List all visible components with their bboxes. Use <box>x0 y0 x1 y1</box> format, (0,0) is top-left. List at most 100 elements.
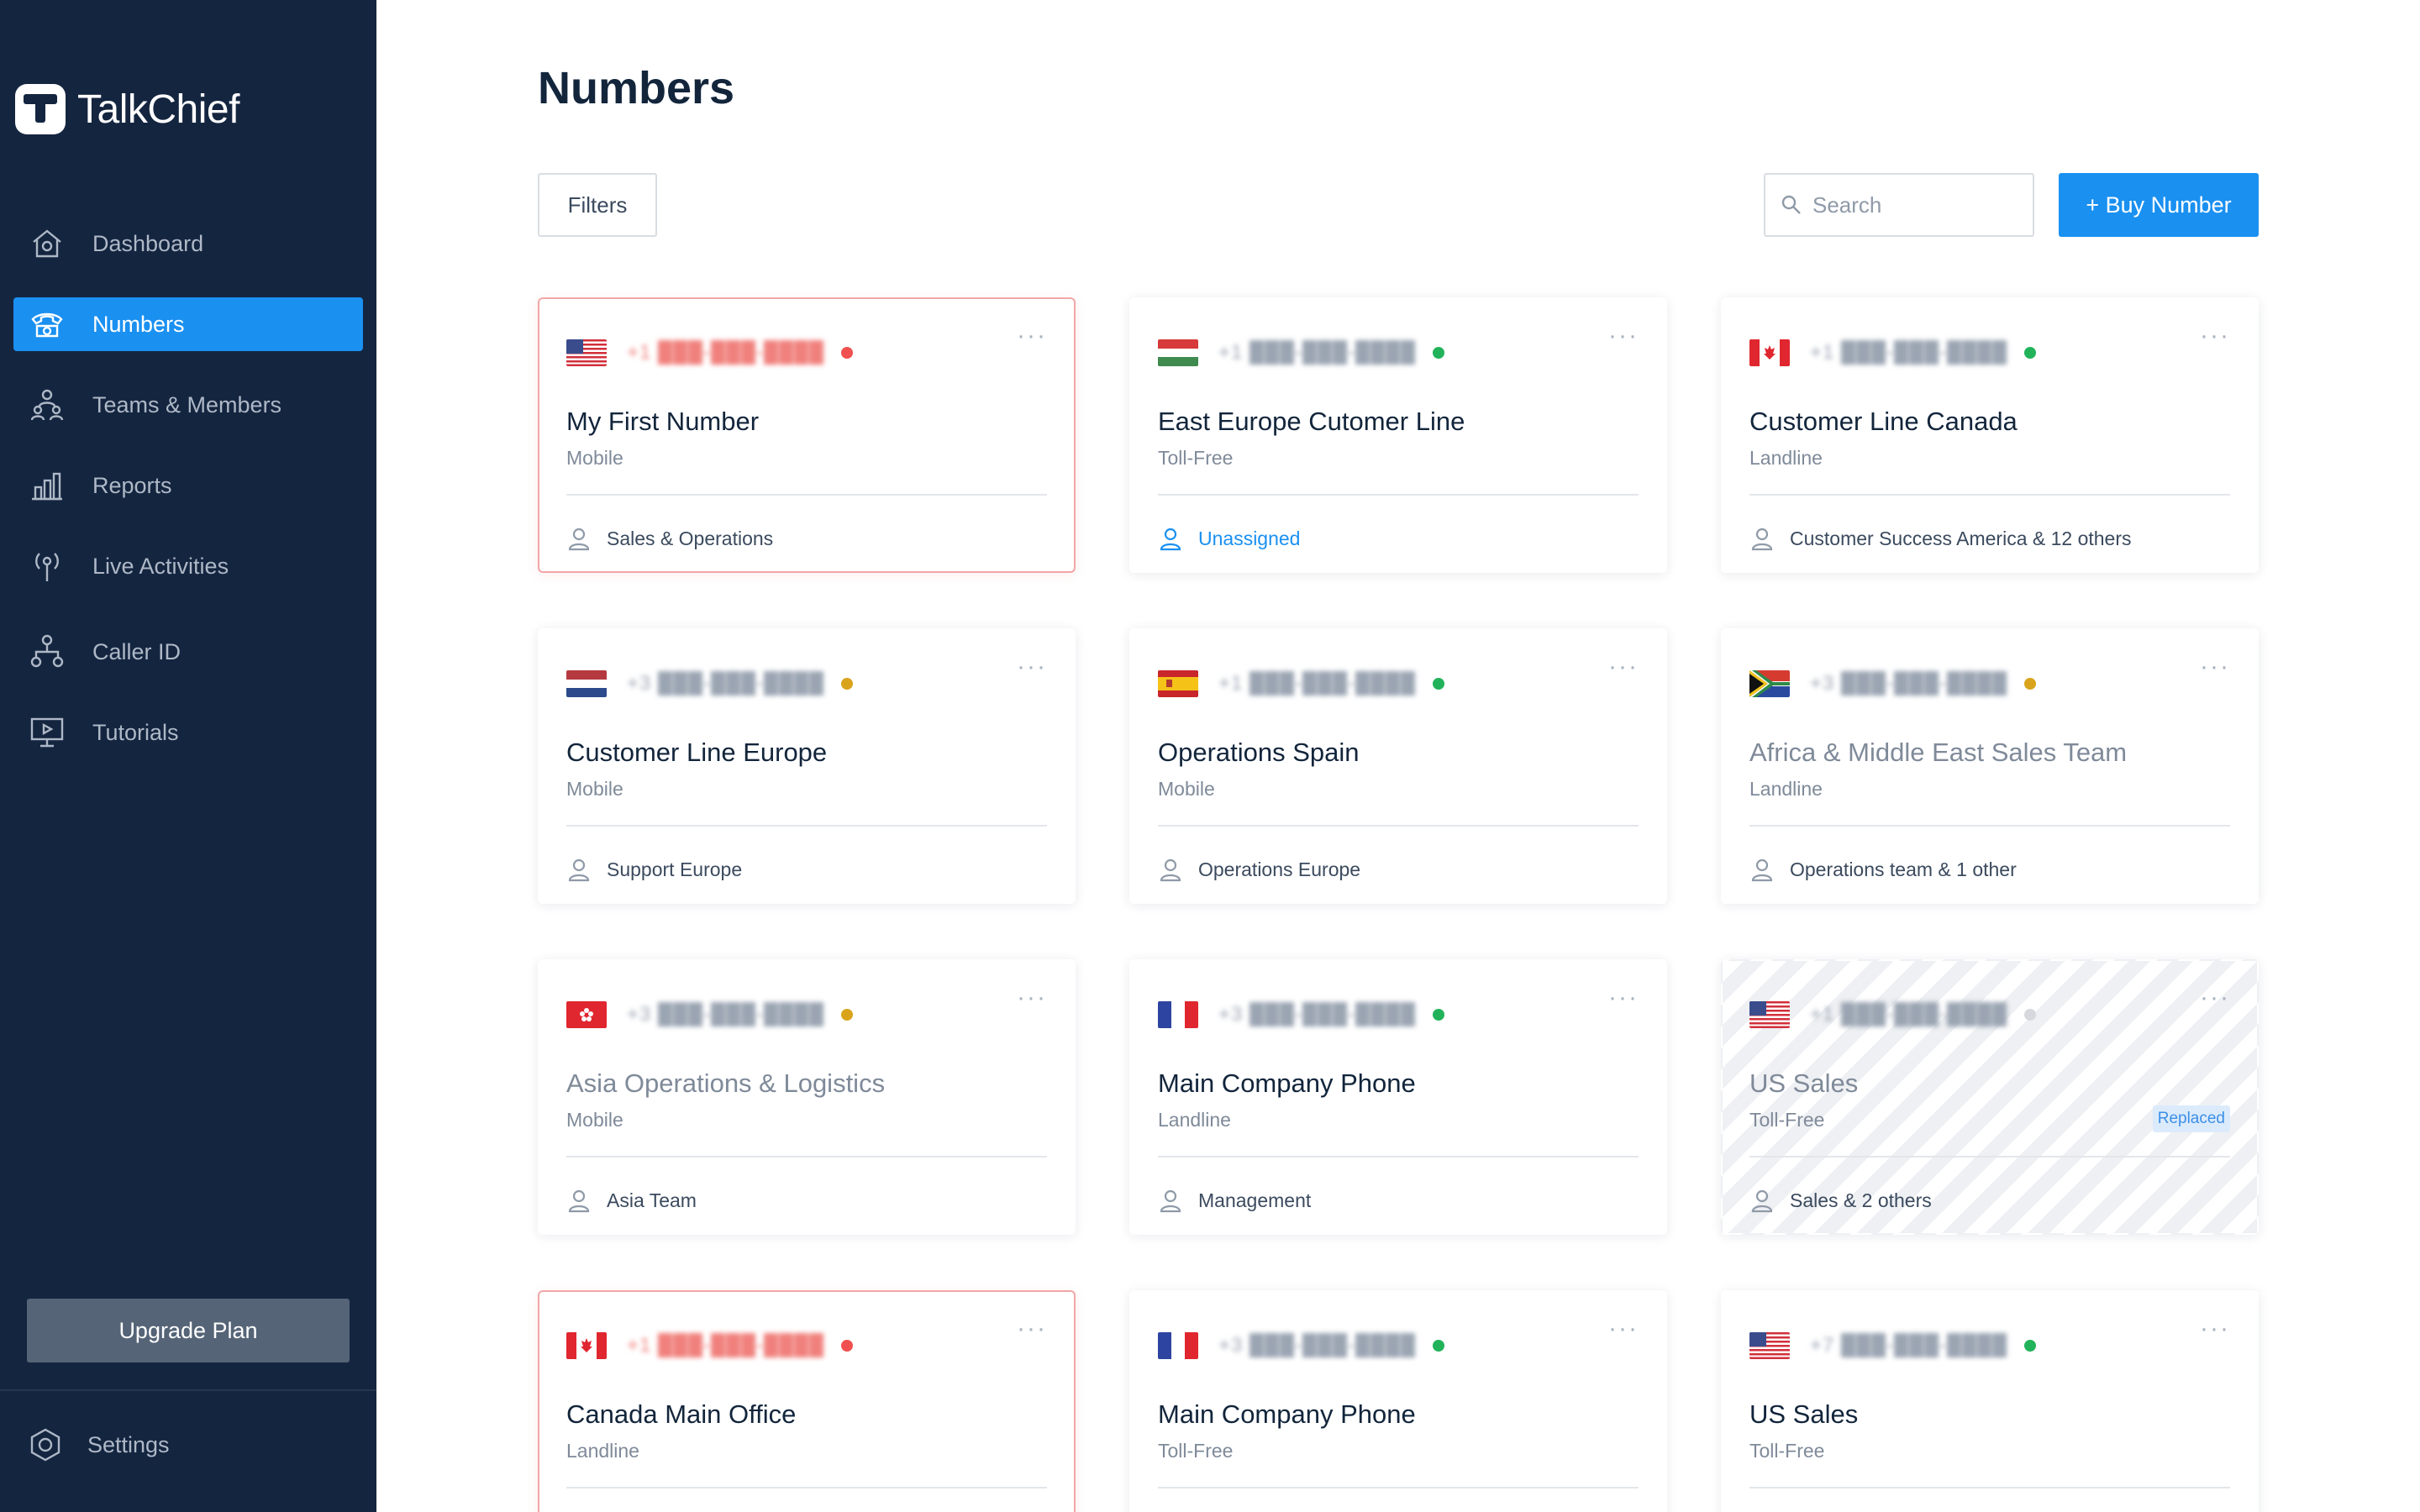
card-header: +3 ███-███-████ <box>1158 998 1445 1032</box>
number-name[interactable]: Customer Line Canada <box>1749 407 2018 437</box>
assignee[interactable]: Unassigned <box>1158 526 1300 551</box>
flag-us-icon <box>1749 1001 1790 1028</box>
assignee-label: Operations team & 1 other <box>1790 858 2017 880</box>
search-box[interactable] <box>1764 173 2034 237</box>
number-name[interactable]: Main Company Phone <box>1158 1399 1416 1430</box>
number-name[interactable]: US Sales <box>1749 1399 1858 1430</box>
more-options-icon[interactable]: ··· <box>1017 1316 1047 1341</box>
number-card[interactable]: +3 ███-███-████ ··· Main Company Phone Land… <box>1129 959 1667 1235</box>
sidebar-item-teams[interactable]: Teams & Members <box>13 378 363 432</box>
card-header: +1 ███-███-████ <box>566 336 854 370</box>
flag-za-icon <box>1749 670 1790 697</box>
card-header: +1 ███-███-████ <box>566 1329 854 1362</box>
buy-number-button[interactable]: + Buy Number <box>2059 173 2259 237</box>
sidebar-item-tutorials[interactable]: Tutorials <box>13 706 363 759</box>
status-dot <box>2024 1340 2037 1352</box>
card-divider <box>1749 494 2230 496</box>
card-header: +3 ███-███-████ <box>566 667 854 701</box>
assignee-label: Asia Team <box>607 1189 697 1211</box>
number-card[interactable]: +3 ███-███-████ ··· Customer Line Europe Mo… <box>538 628 1076 904</box>
flag-es-icon <box>1158 670 1198 697</box>
card-header: +1 ███-███-████ <box>1749 998 2037 1032</box>
number-name[interactable]: Customer Line Europe <box>566 738 827 768</box>
more-options-icon[interactable]: ··· <box>1017 323 1047 349</box>
sidebar-item-numbers[interactable]: Numbers <box>13 297 363 351</box>
assignee-label: Management <box>1198 1189 1312 1211</box>
page-title: Numbers <box>538 63 735 113</box>
number-name[interactable]: Canada Main Office <box>566 1399 796 1430</box>
card-divider <box>566 1156 1047 1158</box>
number-card[interactable]: +1 ███-███-████ ··· East Europe Cutomer Li… <box>1129 297 1667 573</box>
card-divider <box>1158 494 1639 496</box>
app-logo[interactable]: TalkChief <box>15 84 239 134</box>
number-name[interactable]: US Sales <box>1749 1068 1858 1099</box>
user-icon <box>568 858 590 882</box>
number-card[interactable]: +1 ███-███-████ ··· Customer Line Canada La… <box>1721 297 2259 573</box>
more-options-icon[interactable]: ··· <box>1017 654 1047 680</box>
number-card[interactable]: +3 ███-███-████ ··· Asia Operations & Logi… <box>538 959 1076 1235</box>
number-name[interactable]: East Europe Cutomer Line <box>1158 407 1465 437</box>
number-card[interactable]: +7 ███-███-████ ··· US Sales Toll-Free <box>1721 1290 2259 1512</box>
sidebar-item-settings[interactable]: Settings <box>27 1426 170 1463</box>
more-options-icon[interactable]: ··· <box>1608 1316 1639 1341</box>
number-card[interactable]: +1 ███-███-████ ··· My First Number Mobile S… <box>538 297 1076 573</box>
sidebar-item-live-activities[interactable]: Live Activities <box>13 539 363 593</box>
number-name[interactable]: My First Number <box>566 407 759 437</box>
sidebar-item-label: Numbers <box>92 311 185 337</box>
card-header: +1 ███-███-████ <box>1158 667 1445 701</box>
flag-nl-icon <box>566 670 607 697</box>
more-options-icon[interactable]: ··· <box>1608 654 1639 680</box>
more-options-icon[interactable]: ··· <box>2200 323 2230 349</box>
sidebar: TalkChief Dashboard Numbers Teams & Memb… <box>0 0 376 1512</box>
number-card[interactable]: +1 ███-███-████ ··· Operations Spain Mobile… <box>1129 628 1667 904</box>
more-options-icon[interactable]: ··· <box>2200 654 2230 680</box>
sidebar-item-caller-id[interactable]: Caller ID <box>13 625 363 679</box>
card-header: +7 ███-███-████ <box>1749 1329 2037 1362</box>
user-icon <box>568 528 590 551</box>
number-type: Mobile <box>566 778 623 800</box>
status-dot <box>841 347 854 359</box>
phone-icon <box>29 306 66 343</box>
card-divider <box>1158 825 1639 827</box>
more-options-icon[interactable]: ··· <box>1608 985 1639 1011</box>
number-type: Toll-Free <box>1749 1440 1825 1462</box>
card-header: +3 ███-███-████ <box>1749 667 2037 701</box>
number-type: Landline <box>1749 447 1823 469</box>
filters-button[interactable]: Filters <box>538 173 657 237</box>
sidebar-item-label: Teams & Members <box>92 391 282 417</box>
sidebar-item-dashboard[interactable]: Dashboard <box>13 217 363 270</box>
phone-number: +1 ███-███-████ <box>627 1334 825 1357</box>
phone-number: +1 ███-███-████ <box>1810 1003 2008 1026</box>
card-divider <box>1749 825 2230 827</box>
number-card[interactable]: +1 ███-███-████ ··· US Sales Toll-Free Repla… <box>1721 959 2259 1235</box>
more-options-icon[interactable]: ··· <box>2200 1316 2230 1341</box>
phone-number: +3 ███-███-████ <box>627 1003 825 1026</box>
number-name[interactable]: Operations Spain <box>1158 738 1360 768</box>
flag-hk-icon <box>566 1001 607 1028</box>
team-icon <box>29 386 66 423</box>
number-type: Landline <box>1158 1109 1231 1131</box>
phone-number: +1 ███-███-████ <box>1810 341 2008 364</box>
number-name[interactable]: Main Company Phone <box>1158 1068 1416 1099</box>
sidebar-item-reports[interactable]: Reports <box>13 459 363 512</box>
number-card[interactable]: +1 ███-███-████ ··· Canada Main Office Land… <box>538 1290 1076 1512</box>
assignee: Management <box>1158 1188 1311 1213</box>
user-icon <box>568 1189 590 1213</box>
more-options-icon[interactable]: ··· <box>2200 985 2230 1011</box>
phone-number: +1 ███-███-████ <box>1218 672 1417 695</box>
number-type: Toll-Free <box>1158 1440 1234 1462</box>
number-name[interactable]: Asia Operations & Logistics <box>566 1068 885 1099</box>
more-options-icon[interactable]: ··· <box>1608 323 1639 349</box>
number-name[interactable]: Africa & Middle East Sales Team <box>1749 738 2127 768</box>
upgrade-plan-button[interactable]: Upgrade Plan <box>27 1299 350 1362</box>
card-divider <box>1158 1156 1639 1158</box>
flag-hu-icon <box>1158 339 1198 366</box>
number-card[interactable]: +3 ███-███-████ ··· Africa & Middle East S… <box>1721 628 2259 904</box>
number-card[interactable]: +3 ███-███-████ ··· Main Company Phone Toll… <box>1129 1290 1667 1512</box>
broadcast-icon <box>29 548 66 585</box>
status-dot <box>2024 347 2037 359</box>
more-options-icon[interactable]: ··· <box>1017 985 1047 1011</box>
search-input[interactable] <box>1812 192 2023 218</box>
flag-fr-icon <box>1158 1001 1198 1028</box>
phone-number: +3 ███-███-████ <box>627 672 825 695</box>
